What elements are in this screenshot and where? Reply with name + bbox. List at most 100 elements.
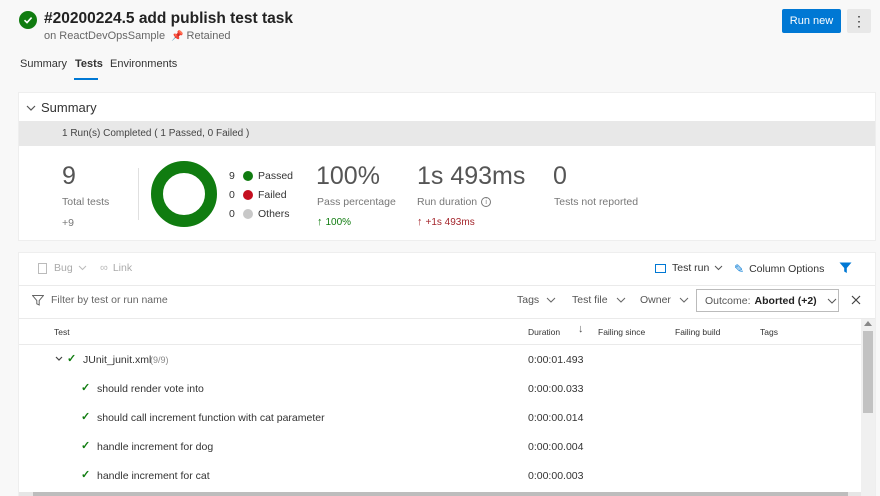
others-dot-icon <box>243 208 253 219</box>
table-row[interactable]: ✓ handle increment for dog 0:00:00.004 <box>19 432 861 461</box>
table-row-group[interactable]: ✓ JUnit_junit.xml (9/9) 0:00:01.493 <box>19 345 861 374</box>
more-vertical-icon: ⋮ <box>852 12 866 29</box>
column-header-test[interactable]: Test <box>54 327 70 337</box>
test-run-button[interactable]: Test run <box>655 262 723 274</box>
not-reported-label: Tests not reported <box>554 196 639 208</box>
filter-icon <box>32 294 44 306</box>
test-name: should render vote into <box>97 383 204 395</box>
chevron-down-icon <box>679 297 689 303</box>
project-line: on ReactDevOpsSample 📌 Retained <box>44 30 231 42</box>
total-tests-value: 9 <box>62 162 76 190</box>
column-options-button[interactable]: ✎ Column Options <box>734 262 824 276</box>
test-duration: 0:00:00.003 <box>528 470 584 482</box>
test-run-icon <box>655 263 666 273</box>
bug-icon <box>38 262 47 274</box>
column-header-failing-build[interactable]: Failing build <box>675 327 720 337</box>
not-reported-value: 0 <box>553 162 567 190</box>
legend-passed: 9 Passed <box>229 169 294 182</box>
column-header-duration[interactable]: Duration <box>528 327 560 337</box>
passed-check-icon: ✓ <box>81 469 91 481</box>
outcome-filter[interactable]: Outcome: Aborted (+2) <box>696 289 839 312</box>
chevron-down-icon <box>546 297 556 303</box>
link-button[interactable]: ∞ Link <box>100 262 132 274</box>
summary-toggle[interactable]: Summary <box>26 100 97 115</box>
passed-check-icon: ✓ <box>67 353 77 365</box>
group-count: (9/9) <box>150 355 169 365</box>
chevron-down-icon <box>715 265 723 271</box>
test-name: handle increment for dog <box>97 441 214 453</box>
chevron-down-icon[interactable] <box>55 356 63 362</box>
donut-passed-segment <box>151 161 217 227</box>
arrow-up-icon: ↑ <box>317 216 323 228</box>
page-title: #20200224.5 add publish test task <box>44 10 293 27</box>
retained-label: Retained <box>186 30 231 42</box>
outcome-donut-chart <box>151 161 217 227</box>
failed-dot-icon <box>243 189 253 200</box>
table-row[interactable]: ✓ handle increment for cat 0:00:00.003 <box>19 461 861 490</box>
active-tab-underline <box>74 78 98 80</box>
wrench-icon: ✎ <box>734 262 745 276</box>
test-duration: 0:00:00.033 <box>528 383 584 395</box>
filter-search-placeholder: Filter by test or run name <box>51 294 168 306</box>
filter-toggle-button[interactable] <box>839 262 852 277</box>
test-name: should call increment function with cat … <box>97 412 325 424</box>
passed-dot-icon <box>243 170 253 181</box>
tab-summary[interactable]: Summary <box>20 58 67 70</box>
column-header-tags[interactable]: Tags <box>760 327 778 337</box>
scroll-up-arrow-icon[interactable] <box>864 321 872 326</box>
vertical-scrollbar-thumb[interactable] <box>863 331 873 413</box>
filter-bar-bottom-divider <box>19 318 875 319</box>
group-duration: 0:00:01.493 <box>528 354 584 366</box>
run-duration-delta: ↑ +1s 493ms <box>417 216 475 228</box>
table-row[interactable]: ✓ should render vote into 0:00:00.033 <box>19 374 861 403</box>
run-status-icon <box>19 11 37 29</box>
legend-failed: 0 Failed <box>229 188 287 201</box>
filter-search[interactable]: Filter by test or run name <box>32 294 168 306</box>
chevron-down-icon <box>827 298 837 304</box>
owner-filter[interactable]: Owner <box>640 294 689 306</box>
test-duration: 0:00:00.014 <box>528 412 584 424</box>
test-file-filter[interactable]: Test file <box>572 294 626 306</box>
horizontal-scrollbar-thumb[interactable] <box>33 492 848 496</box>
summary-section-title: Summary <box>41 100 97 115</box>
table-row[interactable]: ✓ should call increment function with ca… <box>19 403 861 432</box>
vertical-scrollbar-track[interactable] <box>861 319 875 496</box>
chevron-down-icon <box>78 265 87 271</box>
info-icon[interactable]: i <box>481 197 492 207</box>
passed-check-icon: ✓ <box>81 411 91 423</box>
passed-check-icon: ✓ <box>81 440 91 452</box>
run-new-button[interactable]: Run new <box>782 9 841 33</box>
pass-percentage-label: Pass percentage <box>317 196 396 208</box>
pass-percentage-value: 100% <box>316 162 380 190</box>
total-tests-label: Total tests <box>62 196 110 208</box>
chevron-down-icon <box>616 297 625 303</box>
project-name[interactable]: on ReactDevOpsSample <box>44 30 165 42</box>
group-name: JUnit_junit.xml <box>83 354 152 366</box>
run-duration-value: 1s 493ms <box>417 162 526 190</box>
arrow-up-icon: ↑ <box>417 216 423 228</box>
filter-icon <box>839 262 852 273</box>
total-tests-delta: +9 <box>62 217 74 229</box>
tab-environments[interactable]: Environments <box>110 58 177 70</box>
test-duration: 0:00:00.004 <box>528 441 584 453</box>
tab-tests[interactable]: Tests <box>75 58 103 70</box>
legend-others: 0 Others <box>229 207 290 220</box>
tags-filter[interactable]: Tags <box>517 294 556 306</box>
horizontal-scrollbar-track[interactable] <box>19 492 861 496</box>
close-icon <box>851 295 861 305</box>
column-header-failing-since[interactable]: Failing since <box>598 327 645 337</box>
run-duration-label-row: Run duration i <box>417 196 492 208</box>
test-name: handle increment for cat <box>97 470 210 482</box>
pass-percentage-delta: ↑ 100% <box>317 216 352 228</box>
bug-button[interactable]: Bug <box>38 262 87 274</box>
passed-check-icon: ✓ <box>81 382 91 394</box>
more-actions-button[interactable]: ⋮ <box>847 9 871 33</box>
outcome-legend: 9 Passed 0 Failed 0 Others <box>229 166 293 223</box>
clear-filters-button[interactable] <box>851 295 861 308</box>
sort-descending-icon[interactable]: ↓ <box>578 323 584 335</box>
pin-icon: 📌 <box>171 30 184 42</box>
kpi-divider <box>138 168 139 220</box>
link-icon: ∞ <box>100 262 108 274</box>
run-completed-banner: 1 Run(s) Completed ( 1 Passed, 0 Failed … <box>19 121 875 146</box>
filter-bar-divider <box>19 285 875 286</box>
